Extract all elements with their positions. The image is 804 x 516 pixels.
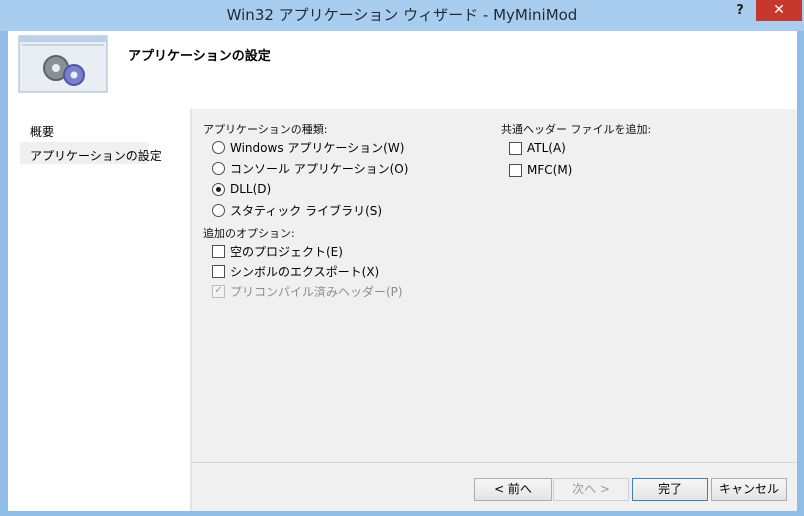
checkbox[interactable]	[509, 163, 522, 177]
sidebar-item-overview[interactable]: 概要	[30, 123, 54, 140]
radio-button[interactable]	[212, 203, 225, 217]
checkbox[interactable]	[509, 141, 522, 155]
checkbox-atl[interactable]: ATL(A)	[509, 140, 566, 156]
wizard-gears-icon	[18, 35, 108, 93]
dialog-client-area: アプリケーションの設定 概要 アプリケーションの設定 アプリケーションの種類: …	[8, 31, 797, 511]
checkbox[interactable]	[212, 244, 225, 258]
page-title: アプリケーションの設定	[128, 49, 271, 64]
checkbox-label: 空のプロジェクト(E)	[230, 244, 343, 259]
checkbox-label: ATL(A)	[527, 141, 566, 155]
window-title: Win32 アプリケーション ウィザード - MyMiniMod	[226, 6, 578, 24]
next-button[interactable]: 次へ >	[553, 478, 629, 501]
checkbox-label: プリコンパイル済みヘッダー(P)	[230, 284, 403, 299]
extra-options-label: 追加のオプション:	[203, 227, 295, 240]
radio-button[interactable]	[212, 161, 225, 175]
radio-label: スタティック ライブラリ(S)	[230, 203, 383, 218]
help-button[interactable]: ?	[728, 0, 752, 22]
sidebar-item-app-settings[interactable]: アプリケーションの設定	[30, 147, 162, 164]
window-frame: Win32 アプリケーション ウィザード - MyMiniMod ? ✕ アプリ…	[0, 0, 804, 516]
checkbox-empty-project[interactable]: 空のプロジェクト(E)	[212, 243, 343, 259]
close-icon: ✕	[773, 2, 785, 18]
radio-static-library[interactable]: スタティック ライブラリ(S)	[212, 202, 382, 218]
check-mark-icon: ✓	[212, 284, 225, 298]
finish-button[interactable]: 完了	[632, 478, 708, 501]
radio-label: DLL(D)	[230, 182, 272, 196]
checkbox-precompiled-header: ✓ プリコンパイル済みヘッダー(P)	[212, 283, 403, 299]
checkbox-export-symbols[interactable]: シンボルのエクスポート(X)	[212, 263, 379, 279]
back-button[interactable]: < 前へ	[474, 478, 552, 501]
radio-button-selected[interactable]	[212, 182, 225, 196]
cancel-button[interactable]: キャンセル	[711, 478, 787, 501]
radio-button[interactable]	[212, 140, 225, 154]
wizard-header: アプリケーションの設定	[8, 31, 797, 109]
wizard-sidebar	[8, 109, 190, 511]
checkbox-label: MFC(M)	[527, 163, 573, 177]
sidebar-divider	[190, 109, 192, 511]
app-type-label: アプリケーションの種類:	[203, 123, 328, 136]
radio-dll[interactable]: DLL(D)	[212, 181, 271, 197]
radio-windows-app[interactable]: Windows アプリケーション(W)	[212, 139, 404, 155]
title-bar[interactable]: Win32 アプリケーション ウィザード - MyMiniMod ? ✕	[0, 0, 804, 31]
radio-console-app[interactable]: コンソール アプリケーション(O)	[212, 160, 408, 176]
checkbox[interactable]	[212, 264, 225, 278]
checkbox-mfc[interactable]: MFC(M)	[509, 162, 572, 178]
close-button[interactable]: ✕	[756, 0, 802, 21]
radio-label: コンソール アプリケーション(O)	[230, 161, 409, 176]
checkbox-label: シンボルのエクスポート(X)	[230, 264, 380, 279]
footer-divider	[192, 462, 797, 463]
common-headers-label: 共通ヘッダー ファイルを追加:	[501, 123, 652, 136]
radio-label: Windows アプリケーション(W)	[230, 140, 405, 155]
